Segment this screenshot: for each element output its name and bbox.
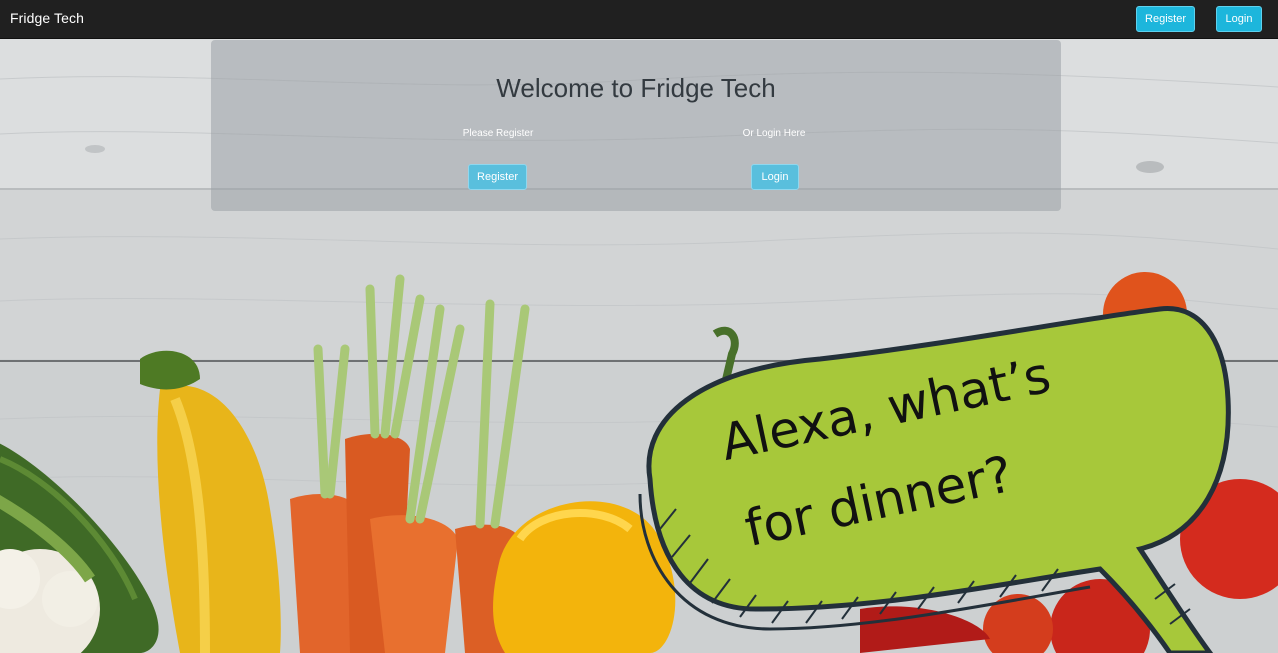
- login-button[interactable]: Login: [751, 164, 799, 190]
- register-prompt: Please Register: [462, 128, 534, 139]
- nav-register-button[interactable]: Register: [1136, 6, 1195, 32]
- brand-title[interactable]: Fridge Tech: [10, 10, 84, 26]
- login-prompt: Or Login Here: [742, 128, 806, 139]
- welcome-panel: Welcome to Fridge Tech Please Register O…: [211, 40, 1061, 211]
- navbar: Fridge Tech Register Login: [0, 0, 1278, 39]
- nav-login-button[interactable]: Login: [1216, 6, 1262, 32]
- page-title: Welcome to Fridge Tech: [496, 73, 776, 103]
- register-button[interactable]: Register: [468, 164, 527, 190]
